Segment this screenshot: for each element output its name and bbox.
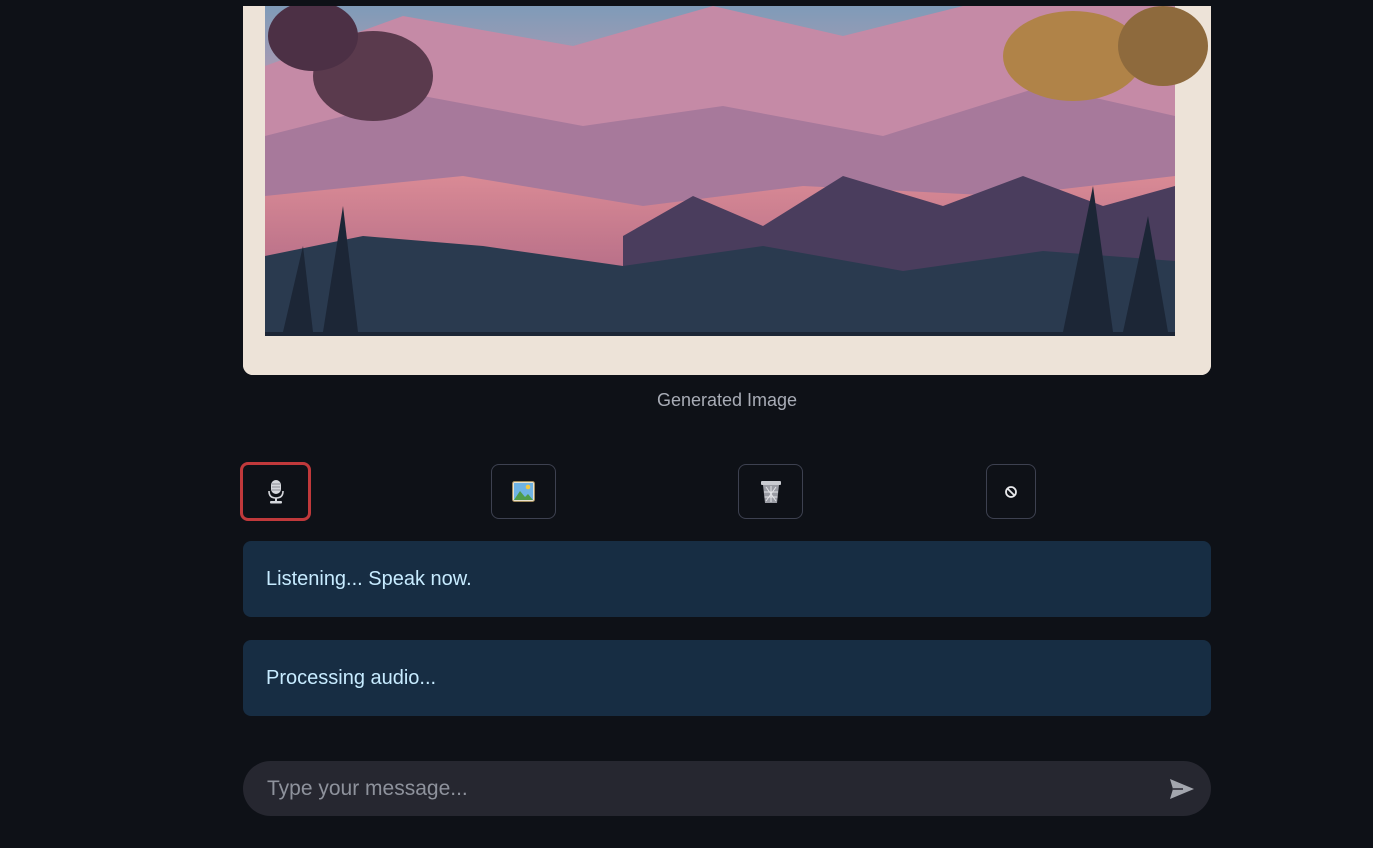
stop-button[interactable] bbox=[986, 464, 1036, 519]
chat-input-bar bbox=[243, 761, 1211, 816]
status-message-processing: Processing audio... bbox=[243, 640, 1211, 716]
status-message-listening: Listening... Speak now. bbox=[243, 541, 1211, 617]
landscape-image bbox=[243, 6, 1211, 375]
send-button[interactable] bbox=[1167, 774, 1197, 804]
message-input[interactable] bbox=[243, 761, 1143, 816]
clear-button[interactable] bbox=[738, 464, 803, 519]
microphone-icon bbox=[267, 479, 284, 503]
generated-image bbox=[243, 6, 1211, 375]
generate-image-button[interactable] bbox=[491, 464, 556, 519]
microphone-button[interactable] bbox=[240, 462, 311, 521]
image-icon bbox=[512, 481, 535, 502]
stop-icon bbox=[1005, 485, 1017, 498]
image-caption: Generated Image bbox=[656, 390, 798, 410]
trash-icon bbox=[760, 480, 781, 503]
send-icon bbox=[1170, 779, 1194, 799]
